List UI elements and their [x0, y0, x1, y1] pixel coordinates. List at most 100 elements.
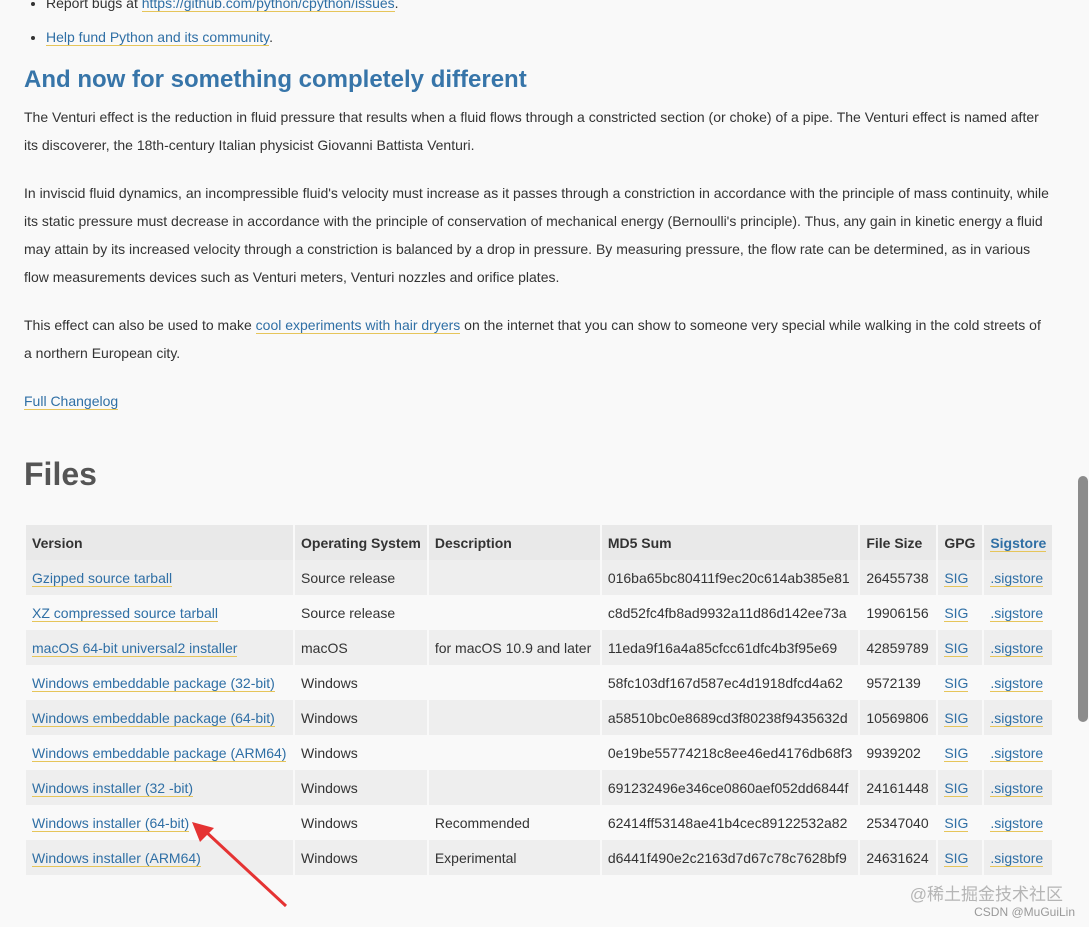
sigstore-header-link[interactable]: Sigstore [990, 534, 1047, 552]
size-cell: 9572139 [860, 665, 937, 700]
gpg-sig-link[interactable]: SIG [944, 779, 969, 797]
watermark-csdn: CSDN @MuGuiLin [974, 905, 1075, 919]
os-cell: Windows [301, 814, 358, 831]
version-link[interactable]: Windows embeddable package (ARM64) [32, 744, 287, 762]
md5-cell: a58510bc0e8689cd3f80238f9435632d [607, 709, 848, 726]
version-cell: Windows embeddable package (64-bit) [26, 700, 293, 735]
table-row: Gzipped source tarball Source release 016b… [26, 560, 1053, 595]
table-row: Windows installer (64-bit) Windows Recomme… [26, 805, 1053, 840]
gpg-sig-link[interactable]: SIG [944, 639, 969, 657]
file-size-cell: 19906156 [866, 604, 929, 621]
version-link[interactable]: Windows installer (ARM64) [32, 849, 201, 867]
sigstore-cell: .sigstore [984, 735, 1053, 770]
gpg-sig-link[interactable]: SIG [944, 849, 969, 867]
gpg-sig-link[interactable]: SIG [944, 744, 969, 762]
os-cell: Source release [301, 604, 396, 621]
bullet-list: Report bugs at https://github.com/python… [24, 0, 399, 54]
sigstore-link[interactable]: .sigstore [990, 604, 1044, 622]
gpg-cell: SIG [938, 560, 983, 595]
sigstore-link[interactable]: .sigstore [990, 639, 1044, 657]
os-cell: Source release [295, 560, 427, 595]
version-cell: Gzipped source tarball [26, 560, 293, 595]
sigstore-cell: .sigstore [984, 805, 1053, 840]
version-link[interactable]: Windows embeddable package (64-bit) [32, 709, 275, 727]
md5-cell: 62414ff53148ae41b4cec89122532a82 [607, 814, 848, 831]
gpg-sig-link[interactable]: SIG [944, 569, 969, 587]
sigstore-link[interactable]: .sigstore [990, 814, 1044, 832]
os-cell: Source release [295, 595, 427, 630]
os-cell: Windows [295, 735, 427, 770]
size-cell: 24631624 [860, 840, 937, 875]
file-size-cell: 42859789 [866, 639, 929, 656]
description-cell [428, 700, 600, 735]
version-link[interactable]: XZ compressed source tarball [32, 604, 218, 622]
md5-cell: 0e19be55774218c8ee46ed4176db68f3 [607, 744, 853, 761]
header-os: Operating System [295, 525, 427, 560]
sigstore-cell: .sigstore [984, 595, 1053, 630]
md5-cell: 58fc103df167d587ec4d1918dfcd4a62 [601, 665, 859, 700]
md5-cell: 016ba65bc80411f9ec20c614ab385e81 [607, 569, 850, 586]
table-row: Windows embeddable package (ARM64) Window… [26, 735, 1053, 770]
sigstore-link[interactable]: .sigstore [990, 779, 1044, 797]
size-cell: 10569806 [860, 700, 937, 735]
gpg-sig-link[interactable]: SIG [944, 709, 969, 727]
description-cell [428, 560, 600, 595]
description-cell: Recommended [428, 805, 600, 840]
table-header-row: Version Operating System Description MD5… [26, 525, 1053, 560]
issues-link[interactable]: https://github.com/python/cpython/issues [141, 0, 395, 12]
section-heading: And now for something completely differe… [24, 66, 527, 93]
help-fund-link[interactable]: Help fund Python and its community [46, 29, 270, 46]
file-size-cell: 24631624 [866, 849, 929, 866]
description-cell [428, 735, 600, 770]
md5-cell: a58510bc0e8689cd3f80238f9435632d [601, 700, 859, 735]
gpg-cell: SIG [938, 665, 983, 700]
file-size-cell: 24161448 [866, 779, 929, 796]
header-sigstore: Sigstore [984, 525, 1053, 560]
gpg-sig-link[interactable]: SIG [944, 674, 969, 692]
md5-cell: 58fc103df167d587ec4d1918dfcd4a62 [607, 674, 843, 691]
sigstore-link[interactable]: .sigstore [990, 849, 1044, 867]
sigstore-cell: .sigstore [984, 770, 1053, 805]
version-cell: XZ compressed source tarball [26, 595, 293, 630]
file-size-cell: 9939202 [866, 744, 921, 761]
header-description: Description [428, 525, 600, 560]
gpg-cell: SIG [938, 735, 983, 770]
version-link[interactable]: Windows installer (64-bit) [32, 814, 190, 832]
sigstore-link[interactable]: .sigstore [990, 709, 1044, 727]
version-link[interactable]: macOS 64-bit universal2 installer [32, 639, 238, 657]
table-row: Windows installer (ARM64) Windows Experime… [26, 840, 1053, 875]
file-size-cell: 25347040 [866, 814, 929, 831]
files-table: Version Operating System Description MD5… [24, 525, 1054, 875]
table-row: macOS 64-bit universal2 installer macOS fo… [26, 630, 1053, 665]
description-cell: Experimental [434, 849, 517, 866]
gpg-sig-link[interactable]: SIG [944, 814, 969, 832]
version-link[interactable]: Windows embeddable package (32-bit) [32, 674, 275, 692]
size-cell: 26455738 [860, 560, 937, 595]
table-body: Gzipped source tarball Source release 016b… [26, 560, 1053, 875]
file-size-cell: 26455738 [866, 569, 929, 586]
sigstore-link[interactable]: .sigstore [990, 674, 1044, 692]
file-size-cell: 9572139 [866, 674, 921, 691]
header-file-size: File Size [860, 525, 937, 560]
bullet-report-bugs: Report bugs at https://github.com/python… [46, 0, 399, 20]
table-row: Windows embeddable package (32-bit) Windo… [26, 665, 1053, 700]
sigstore-link[interactable]: .sigstore [990, 569, 1044, 587]
os-cell: Source release [301, 569, 396, 586]
hair-dryers-link[interactable]: cool experiments with hair dryers [255, 317, 461, 334]
os-cell: Windows [301, 744, 358, 761]
os-cell: Windows [301, 674, 358, 691]
sigstore-link[interactable]: .sigstore [990, 744, 1044, 762]
os-cell: Windows [301, 849, 358, 866]
version-link[interactable]: Windows installer (32 -bit) [32, 779, 194, 797]
gpg-sig-link[interactable]: SIG [944, 604, 969, 622]
header-version: Version [26, 525, 293, 560]
description-cell [428, 595, 600, 630]
full-changelog-link[interactable]: Full Changelog [24, 393, 119, 410]
version-cell: Windows installer (32 -bit) [26, 770, 293, 805]
os-cell: Windows [301, 779, 358, 796]
description-cell: Recommended [434, 814, 530, 831]
version-link[interactable]: Gzipped source tarball [32, 569, 173, 587]
scrollbar-thumb[interactable] [1078, 476, 1088, 722]
os-cell: Windows [295, 805, 427, 840]
size-cell: 19906156 [860, 595, 937, 630]
